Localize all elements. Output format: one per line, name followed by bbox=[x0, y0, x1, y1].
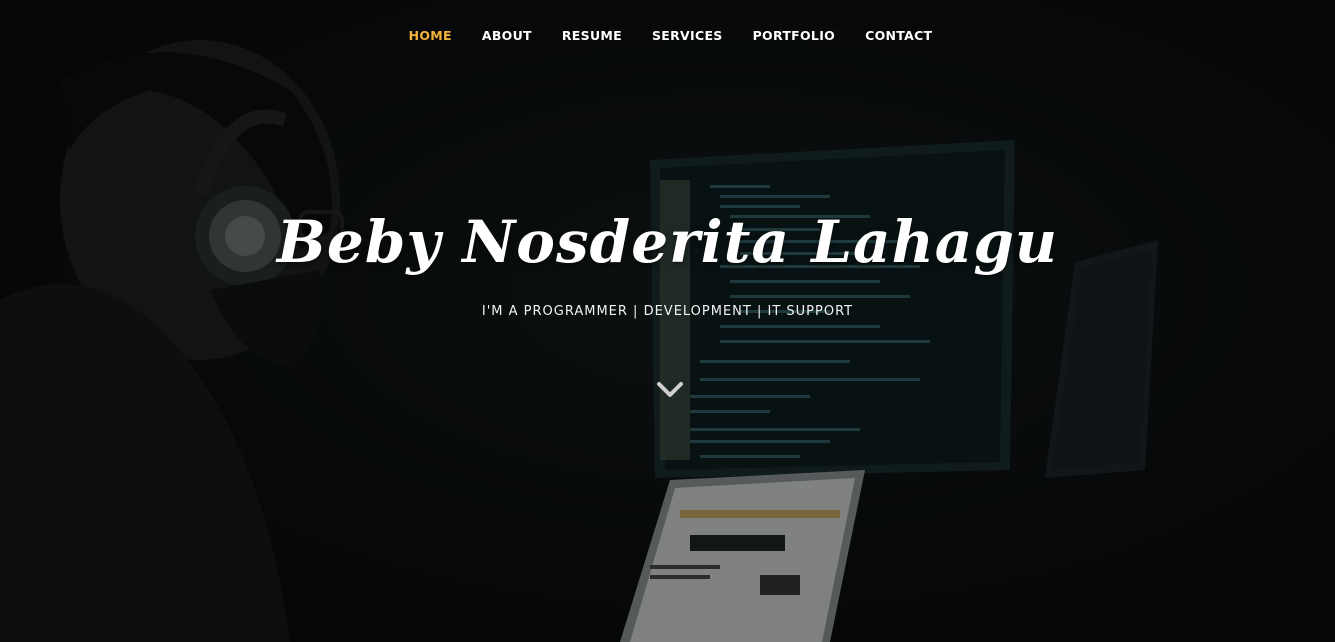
hero-section: HOME ABOUT RESUME SERVICES PORTFOLIO CON… bbox=[0, 0, 1335, 642]
nav-item-resume[interactable]: RESUME bbox=[562, 28, 622, 43]
chevron-down-icon[interactable] bbox=[656, 380, 684, 400]
nav-item-services[interactable]: SERVICES bbox=[652, 28, 723, 43]
main-navigation: HOME ABOUT RESUME SERVICES PORTFOLIO CON… bbox=[0, 0, 1335, 70]
hero-tagline: I'M A PROGRAMMER | DEVELOPMENT | IT SUPP… bbox=[481, 304, 854, 319]
nav-item-portfolio[interactable]: PORTFOLIO bbox=[753, 28, 836, 43]
nav-item-about[interactable]: ABOUT bbox=[482, 28, 532, 43]
nav-item-home[interactable]: HOME bbox=[409, 28, 452, 43]
hero-name-title: Beby Nosderita Lahagu bbox=[276, 208, 1059, 276]
hero-dark-overlay bbox=[0, 0, 1335, 642]
nav-item-contact[interactable]: CONTACT bbox=[865, 28, 932, 43]
